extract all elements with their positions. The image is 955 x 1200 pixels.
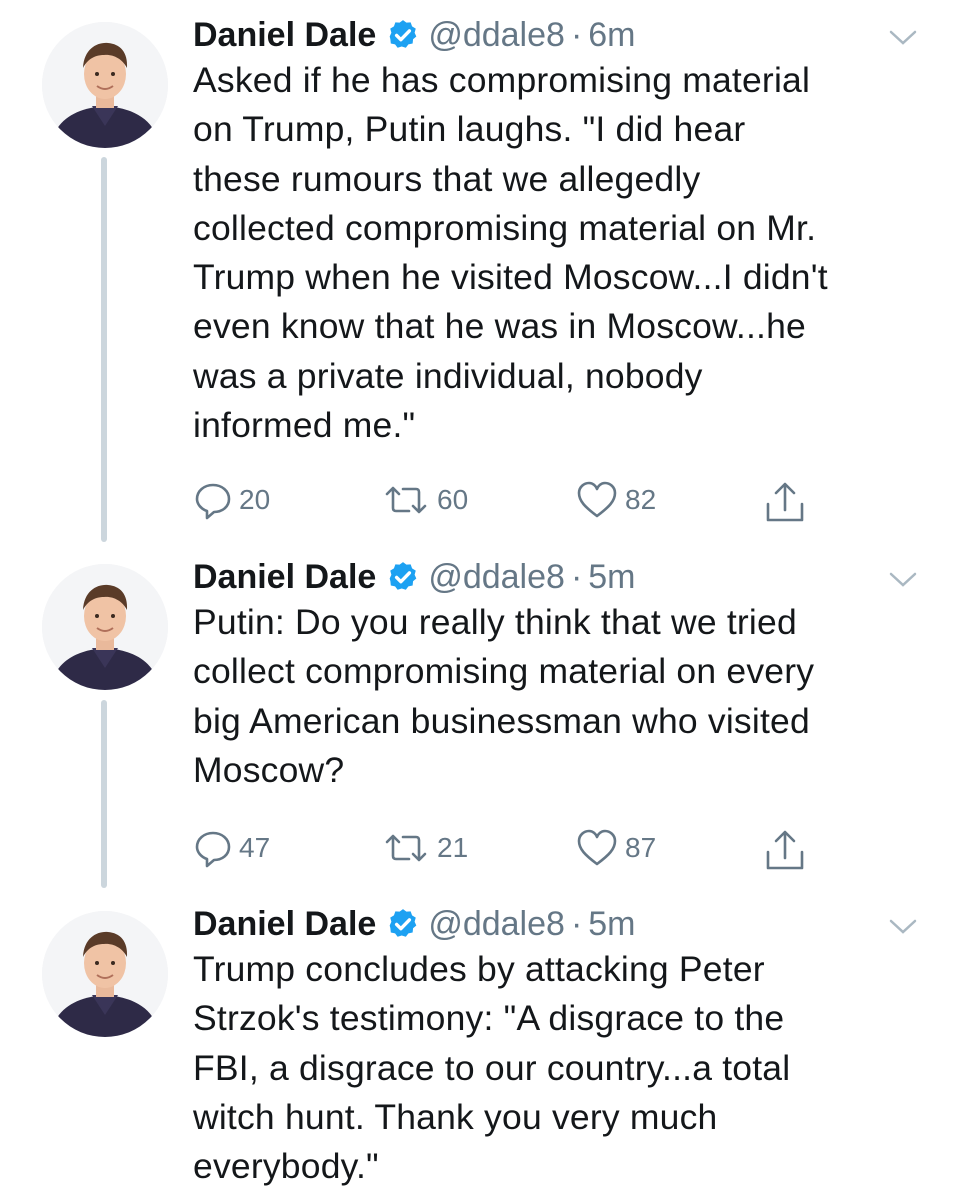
retweet-button[interactable]: 60: [381, 480, 468, 520]
like-button[interactable]: 82: [575, 480, 656, 520]
like-icon: [577, 481, 617, 518]
separator-dot: ·: [570, 904, 583, 943]
tweet-header: Daniel Dale @ddale8 · 6m: [193, 10, 636, 60]
retweet-count: 21: [437, 832, 469, 863]
tweet-header: Daniel Dale @ddale8 · 5m: [193, 899, 636, 949]
tweet-actions: 47 21 87: [193, 828, 833, 870]
share-button[interactable]: [763, 828, 807, 872]
chevron-down-icon[interactable]: [888, 28, 918, 48]
tweet[interactable]: Daniel Dale @ddale8 · 6m Asked if he has…: [0, 10, 955, 530]
verified-badge-icon: [389, 909, 417, 937]
like-icon: [577, 829, 617, 866]
tweet-actions: 20 60 82: [193, 480, 833, 522]
reply-icon: [195, 831, 231, 868]
retweet-button[interactable]: 21: [381, 828, 468, 868]
reply-count: 47: [239, 832, 271, 863]
tweet-timestamp[interactable]: 5m: [588, 558, 635, 597]
tweet[interactable]: Daniel Dale @ddale8 · 5m Trump concludes…: [0, 899, 955, 1199]
avatar[interactable]: [42, 911, 168, 1037]
chevron-down-icon[interactable]: [888, 570, 918, 590]
author-handle[interactable]: @ddale8: [428, 905, 565, 944]
retweet-icon: [385, 834, 427, 862]
retweet-icon: [385, 486, 427, 514]
verified-badge-icon: [389, 562, 417, 590]
tweet[interactable]: Daniel Dale @ddale8 · 5m Putin: Do you r…: [0, 552, 955, 892]
tweet-text: Putin: Do you really think that we tried…: [193, 602, 815, 790]
reply-icon: [195, 483, 231, 520]
reply-button[interactable]: 47: [193, 828, 270, 868]
reply-count: 20: [239, 484, 271, 515]
share-icon: [766, 830, 804, 870]
tweet-header: Daniel Dale @ddale8 · 5m: [193, 552, 636, 602]
retweet-count: 60: [437, 484, 469, 515]
tweet-text: Trump concludes by attacking Peter Strzo…: [193, 949, 791, 1187]
share-button[interactable]: [763, 480, 807, 524]
separator-dot: ·: [570, 557, 583, 596]
avatar[interactable]: [42, 22, 168, 148]
author-name[interactable]: Daniel Dale: [193, 905, 376, 944]
author-handle[interactable]: @ddale8: [428, 16, 565, 55]
separator-dot: ·: [570, 15, 583, 54]
tweet-timestamp[interactable]: 5m: [588, 905, 635, 944]
avatar[interactable]: [42, 564, 168, 690]
tweet-timestamp[interactable]: 6m: [588, 16, 635, 55]
like-count: 87: [625, 832, 657, 863]
like-button[interactable]: 87: [575, 828, 656, 868]
chevron-down-icon[interactable]: [888, 917, 918, 937]
reply-button[interactable]: 20: [193, 480, 270, 520]
tweet-text: Asked if he has compromising material on…: [193, 60, 828, 446]
verified-badge-icon: [389, 20, 417, 48]
author-handle[interactable]: @ddale8: [428, 558, 565, 597]
author-name[interactable]: Daniel Dale: [193, 558, 376, 597]
share-icon: [766, 482, 804, 522]
like-count: 82: [625, 484, 657, 515]
author-name[interactable]: Daniel Dale: [193, 16, 376, 55]
